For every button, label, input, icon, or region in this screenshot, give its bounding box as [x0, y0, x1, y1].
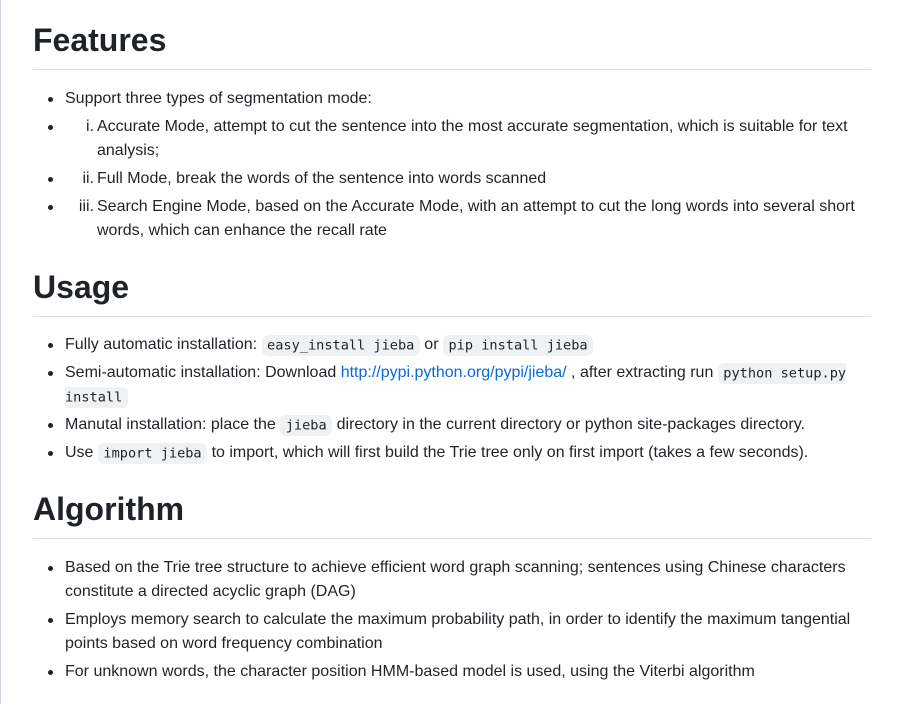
algorithm-text: Employs memory search to calculate the m… [65, 611, 851, 652]
algorithm-text: For unknown words, the character positio… [65, 663, 755, 680]
usage-text: Manutal installation: place the [65, 416, 281, 433]
mode-text: Accurate Mode, attempt to cut the senten… [97, 118, 848, 159]
algorithm-item: For unknown words, the character positio… [33, 660, 871, 684]
mode-item-full: ii. Full Mode, break the words of the se… [33, 167, 871, 191]
pypi-jieba-link[interactable]: http://pypi.python.org/pypi/jieba/ [341, 364, 567, 381]
algorithm-list: Based on the Trie tree structure to achi… [33, 556, 871, 688]
mode-text: Search Engine Mode, based on the Accurat… [97, 198, 855, 239]
code-snippet: pip install jieba [442, 334, 594, 356]
algorithm-heading: Algorithm [33, 489, 871, 539]
code-snippet: jieba [280, 414, 333, 436]
mode-number: ii. [82, 170, 94, 187]
bullet-icon [48, 566, 53, 571]
algorithm-text: Based on the Trie tree structure to achi… [65, 559, 846, 600]
usage-text: Semi-automatic installation: Download [65, 364, 341, 381]
usage-text: , after extracting run [566, 364, 718, 381]
usage-text: Use [65, 444, 98, 461]
bullet-icon [48, 371, 53, 376]
mode-number: i. [86, 118, 94, 135]
page-left-border [0, 0, 1, 704]
bullet-icon [48, 177, 53, 182]
usage-text: or [419, 336, 443, 353]
usage-heading: Usage [33, 267, 871, 317]
bullet-icon [48, 343, 53, 348]
bullet-icon [48, 423, 53, 428]
algorithm-item: Employs memory search to calculate the m… [33, 608, 871, 656]
code-snippet: import jieba [97, 442, 208, 464]
bullet-icon [48, 670, 53, 675]
usage-text: directory in the current directory or py… [332, 416, 805, 433]
usage-item-semi-auto-install: Semi-automatic installation: Download ht… [33, 361, 871, 409]
usage-item-import: Use import jieba to import, which will f… [33, 441, 871, 465]
algorithm-item: Based on the Trie tree structure to achi… [33, 556, 871, 604]
usage-list: Fully automatic installation: easy_insta… [33, 333, 871, 469]
usage-text: Fully automatic installation: [65, 336, 262, 353]
mode-number: iii. [78, 198, 94, 215]
features-intro-item: Support three types of segmentation mode… [33, 87, 871, 111]
bullet-icon [48, 125, 53, 130]
bullet-icon [48, 97, 53, 102]
features-list: Support three types of segmentation mode… [33, 87, 871, 247]
mode-item-search-engine: iii. Search Engine Mode, based on the Ac… [33, 195, 871, 243]
usage-text: to import, which will first build the Tr… [207, 444, 809, 461]
features-heading: Features [33, 20, 871, 70]
bullet-icon [48, 205, 53, 210]
mode-text: Full Mode, break the words of the senten… [97, 170, 547, 187]
bullet-icon [48, 451, 53, 456]
bullet-icon [48, 618, 53, 623]
features-intro-text: Support three types of segmentation mode… [65, 90, 372, 107]
usage-item-auto-install: Fully automatic installation: easy_insta… [33, 333, 871, 357]
mode-item-accurate: i. Accurate Mode, attempt to cut the sen… [33, 115, 871, 163]
code-snippet: easy_install jieba [261, 334, 420, 356]
usage-item-manual-install: Manutal installation: place the jieba di… [33, 413, 871, 437]
